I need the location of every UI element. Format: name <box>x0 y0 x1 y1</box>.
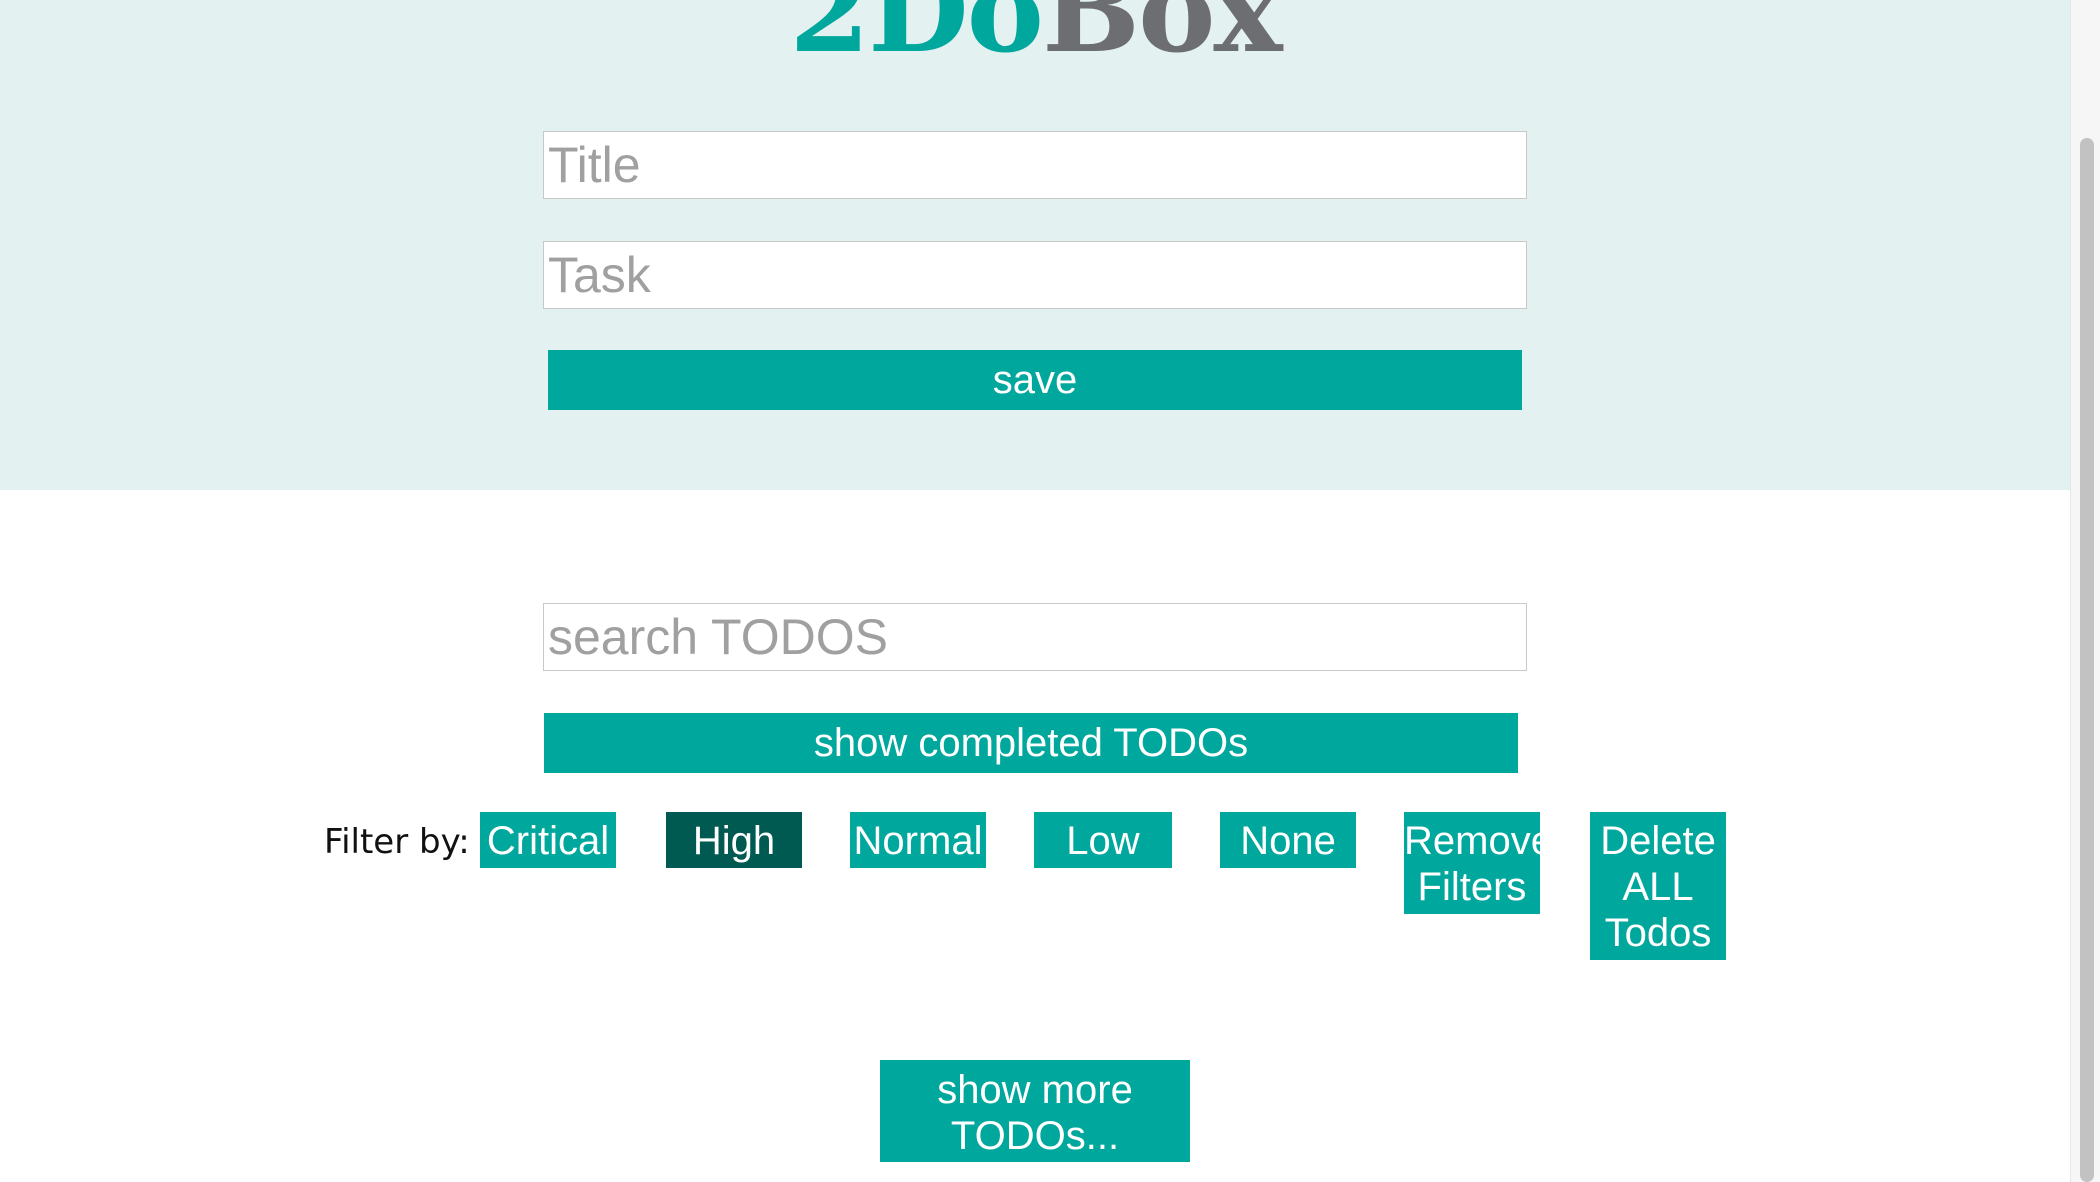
filter-high-button[interactable]: High <box>666 812 802 868</box>
filter-low-button[interactable]: Low <box>1034 812 1172 868</box>
filter-none-button[interactable]: None <box>1220 812 1356 868</box>
save-button[interactable]: save <box>548 350 1522 410</box>
task-input[interactable] <box>543 241 1527 309</box>
logo-part-box: Box <box>1042 0 1283 79</box>
app-logo: 2DoBox <box>0 0 2070 69</box>
show-completed-button[interactable]: show completed TODOs <box>544 713 1518 773</box>
scrollbar-thumb[interactable] <box>2080 138 2094 1182</box>
show-more-button[interactable]: show more TODOs... <box>880 1060 1190 1162</box>
filter-normal-button[interactable]: Normal <box>850 812 986 868</box>
vertical-scrollbar[interactable] <box>2070 0 2100 1182</box>
delete-all-todos-button[interactable]: Delete ALL Todos <box>1590 812 1726 960</box>
logo-part-2do: 2Do <box>789 0 1044 79</box>
filter-label: Filter by: <box>324 822 470 862</box>
filter-critical-button[interactable]: Critical <box>480 812 616 868</box>
title-input[interactable] <box>543 131 1527 199</box>
header: 2DoBox save <box>0 0 2070 490</box>
remove-filters-button[interactable]: Remove Filters <box>1404 812 1540 914</box>
search-input[interactable] <box>543 603 1527 671</box>
page: 2DoBox save show completed TODOs Filter … <box>0 0 2100 1182</box>
